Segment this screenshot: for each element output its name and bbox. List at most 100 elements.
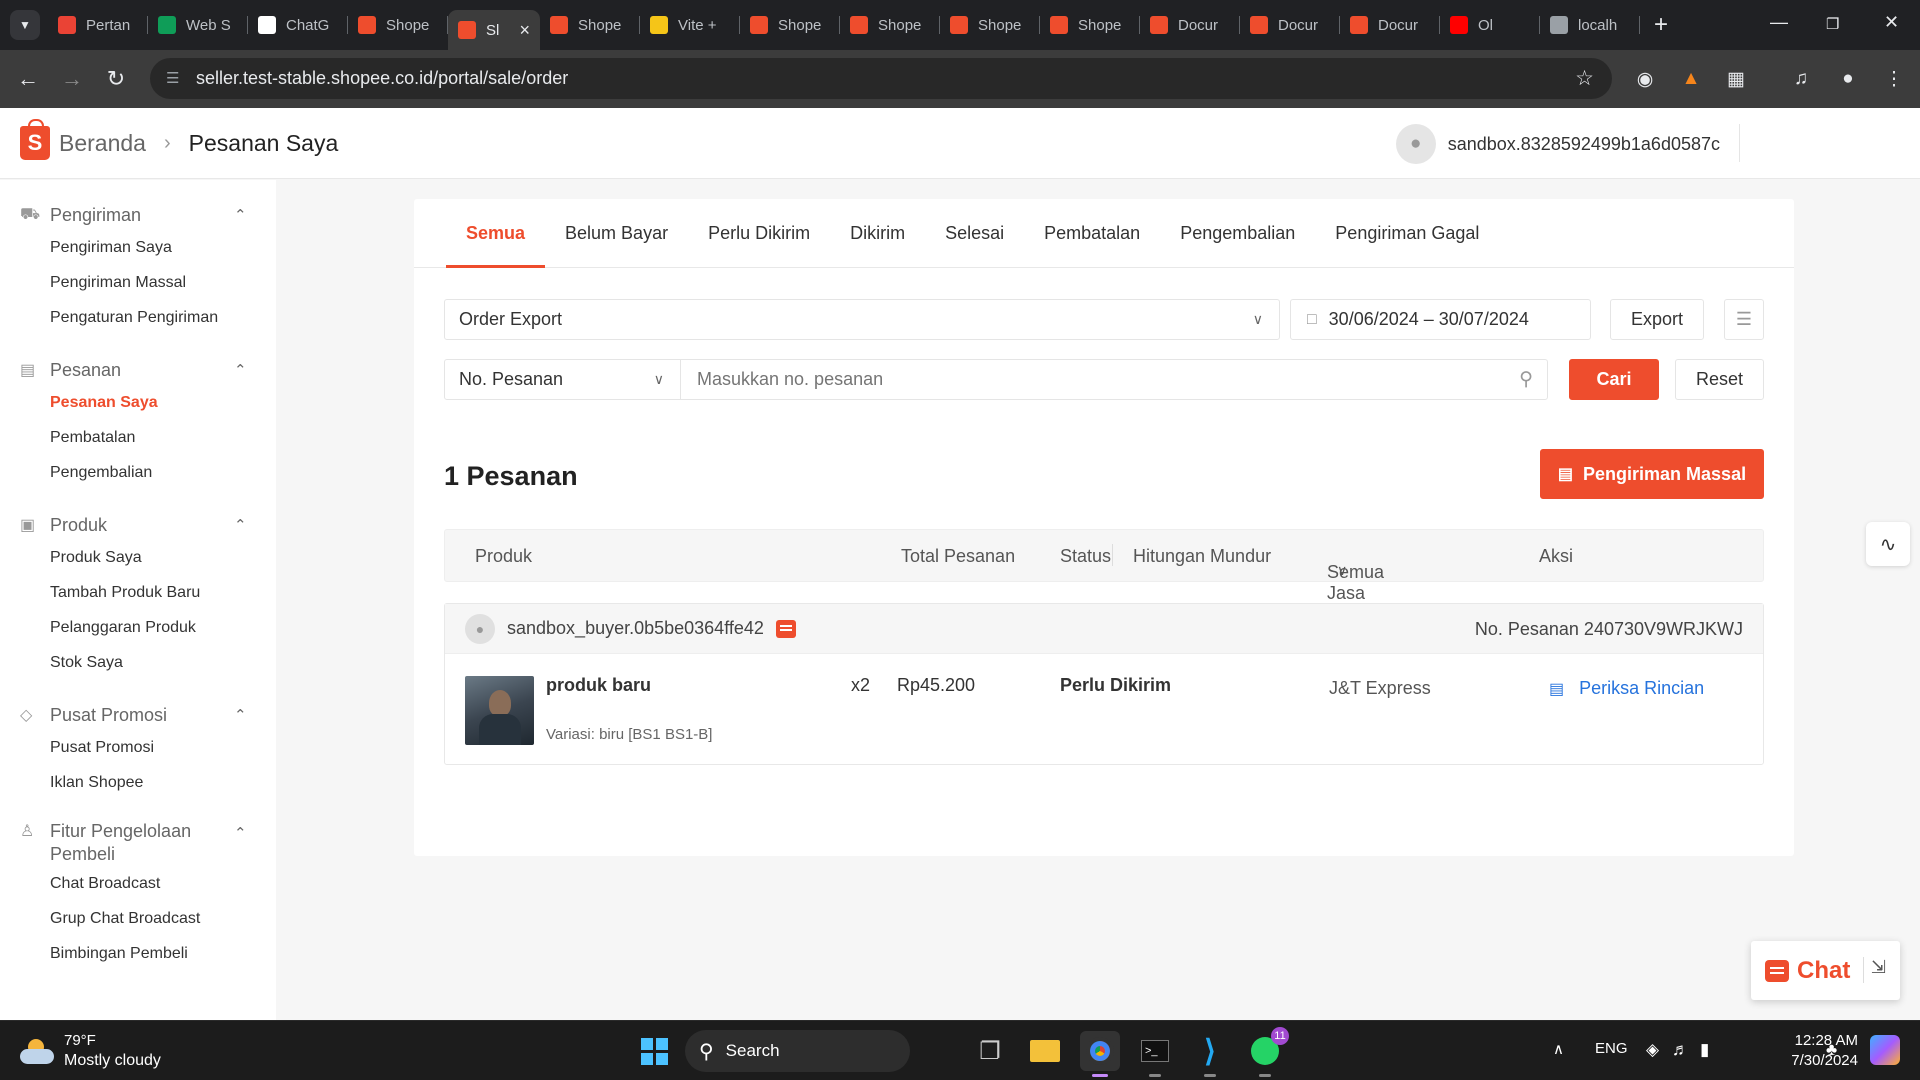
performance-monitor-icon[interactable]: ∿ [1866,522,1910,566]
bookmark-star-icon[interactable]: ☆ [1575,66,1594,91]
buyer-name[interactable]: sandbox_buyer.0b5be0364ffe42 [507,618,764,639]
browser-tab[interactable]: Web S [148,7,248,43]
sidebar-section-header[interactable]: ▤ Pesanan ⌃ [0,355,276,385]
puzzle-icon[interactable]: ▦ [1721,64,1751,94]
browser-tab[interactable]: Pertan [48,7,148,43]
back-icon[interactable]: ← [6,66,50,92]
browser-tab[interactable]: Shope [740,7,840,43]
new-tab-icon[interactable]: + [1654,11,1668,39]
sidebar-item[interactable]: Pengiriman Saya [0,230,276,265]
browser-tab[interactable]: Shope [348,7,448,43]
sidebar-item[interactable]: Stok Saya [0,645,276,680]
tab-order-status[interactable]: Pengiriman Gagal [1315,199,1499,267]
sidebar-item[interactable]: Pelanggaran Produk [0,610,276,645]
tab-order-status[interactable]: Pembatalan [1024,199,1160,267]
browser-tab[interactable]: Shope [940,7,1040,43]
copilot-icon[interactable] [1870,1035,1900,1065]
extension-icon[interactable]: ◉ [1630,64,1660,94]
weather-widget[interactable]: 79°F Mostly cloudy [20,1031,161,1071]
volume-icon[interactable]: ♬ [1672,1040,1689,1060]
chrome-icon[interactable] [1080,1031,1120,1077]
sidebar-item[interactable]: Pengembalian [0,455,276,490]
sidebar-item[interactable]: Tambah Produk Baru [0,575,276,610]
date-range-picker[interactable]: □ 30/06/2024 – 30/07/2024 [1290,299,1591,340]
browser-tab[interactable]: Ol [1440,7,1540,43]
export-list-icon[interactable]: ☰ [1724,299,1764,340]
chat-minimize-icon[interactable]: ⇲ [1871,957,1886,978]
chrome-menu-icon[interactable]: ⋮ [1879,64,1909,94]
cari-button[interactable]: Cari [1569,359,1659,400]
tab-order-status[interactable]: Pengembalian [1160,199,1315,267]
battery-icon[interactable]: ▮ [1700,1040,1709,1060]
tab-order-status[interactable]: Dikirim [830,199,925,267]
sidebar-item[interactable]: Pesanan Saya [0,385,276,420]
breadcrumb-home[interactable]: Beranda [59,130,146,157]
sidebar-item[interactable]: Grup Chat Broadcast [0,901,276,936]
browser-tab[interactable]: Sl × [448,10,540,50]
browser-tab[interactable]: Vite + [640,7,740,43]
username: sandbox.8328592499b1a6d0587c [1447,133,1720,154]
reset-button[interactable]: Reset [1675,359,1764,400]
sidebar-item[interactable]: Chat Broadcast [0,866,276,901]
minimize-icon[interactable]: — [1770,12,1788,33]
profile-icon[interactable]: ● [1833,64,1863,94]
window-close-icon[interactable]: ✕ [1884,12,1899,33]
address-bar[interactable]: ☰ seller.test-stable.shopee.co.id/portal… [150,58,1612,99]
order-search-field[interactable]: ⚲ [680,359,1548,400]
sidebar-item[interactable]: Produk Saya [0,540,276,575]
vscode-icon[interactable]: ⟩ [1190,1031,1230,1077]
user-menu[interactable]: ● sandbox.8328592499b1a6d0587c [1395,124,1720,164]
restore-icon[interactable]: ❐ [1826,15,1839,33]
wifi-icon[interactable]: ◈ [1646,1040,1659,1060]
sidebar-item[interactable]: Pengaturan Pengiriman [0,300,276,335]
tab-order-status[interactable]: Selesai [925,199,1024,267]
chat-buyer-icon[interactable] [775,619,796,638]
close-tab-icon[interactable]: × [519,20,530,41]
browser-tab[interactable]: ChatG [248,7,348,43]
sidebar-section-header[interactable]: ♙ Fitur Pengelolaan Pembeli ⌃ [0,820,276,866]
metamask-icon[interactable]: ▲ [1676,64,1706,94]
tab-order-status[interactable]: Belum Bayar [545,199,688,267]
browser-tab[interactable]: Shope [540,7,640,43]
media-icon[interactable]: ♫ [1786,64,1816,94]
sidebar-item[interactable]: Bimbingan Pembeli [0,936,276,971]
whatsapp-icon[interactable]: 11 [1245,1027,1289,1077]
task-view-icon[interactable]: ❐ [970,1031,1010,1071]
sidebar-item[interactable]: Pembatalan [0,420,276,455]
file-explorer-icon[interactable] [1025,1031,1065,1071]
browser-tab[interactable]: Shope [840,7,940,43]
sidebar-section-header[interactable]: ◇ Pusat Promosi ⌃ [0,700,276,730]
chevron-up-icon[interactable]: ∧ [1553,1040,1564,1058]
forward-icon[interactable]: → [50,66,94,92]
chat-widget[interactable]: Chat ⇲ [1751,941,1900,1000]
browser-tab[interactable]: Docur [1240,7,1340,43]
tab-order-status[interactable]: Semua [446,199,546,268]
tab-search-icon[interactable]: ▼ [10,10,40,40]
terminal-icon[interactable]: >_ [1135,1031,1175,1077]
taskbar-search[interactable]: ⚲ Search [685,1030,910,1072]
sidebar-item[interactable]: Pusat Promosi [0,730,276,765]
browser-tab[interactable]: Docur [1140,7,1240,43]
reload-icon[interactable]: ↻ [94,66,138,92]
site-info-icon[interactable]: ☰ [166,69,184,87]
check-details-link[interactable]: ▤ Periksa Rincian [1549,678,1704,699]
bulk-ship-button[interactable]: ▤ Pengiriman Massal [1540,449,1764,499]
clock[interactable]: 12:28 AM 7/30/2024 [1791,1031,1858,1071]
export-type-select[interactable]: Order Export ∨ [444,299,1280,340]
browser-tab[interactable]: localh [1540,7,1640,43]
export-button[interactable]: Export [1610,299,1704,340]
sidebar-item[interactable]: Pengiriman Massal [0,265,276,300]
search-icon[interactable]: ⚲ [1519,368,1533,391]
order-search-input[interactable] [697,369,1477,390]
tab-order-status[interactable]: Perlu Dikirim [688,199,830,267]
notification-bell-icon[interactable]: ♣ [1826,1040,1837,1060]
start-button[interactable] [634,1031,674,1071]
shopee-logo[interactable]: S [20,119,50,160]
sidebar-section-header[interactable]: ⛟ Pengiriman ⌃ [0,200,276,230]
browser-tab[interactable]: Shope [1040,7,1140,43]
search-type-select[interactable]: No. Pesanan ∨ [444,359,681,400]
sidebar-section-header[interactable]: ▣ Produk ⌃ [0,510,276,540]
sidebar-item[interactable]: Iklan Shopee [0,765,276,800]
language-indicator[interactable]: ENG [1595,1040,1628,1057]
browser-tab[interactable]: Docur [1340,7,1440,43]
